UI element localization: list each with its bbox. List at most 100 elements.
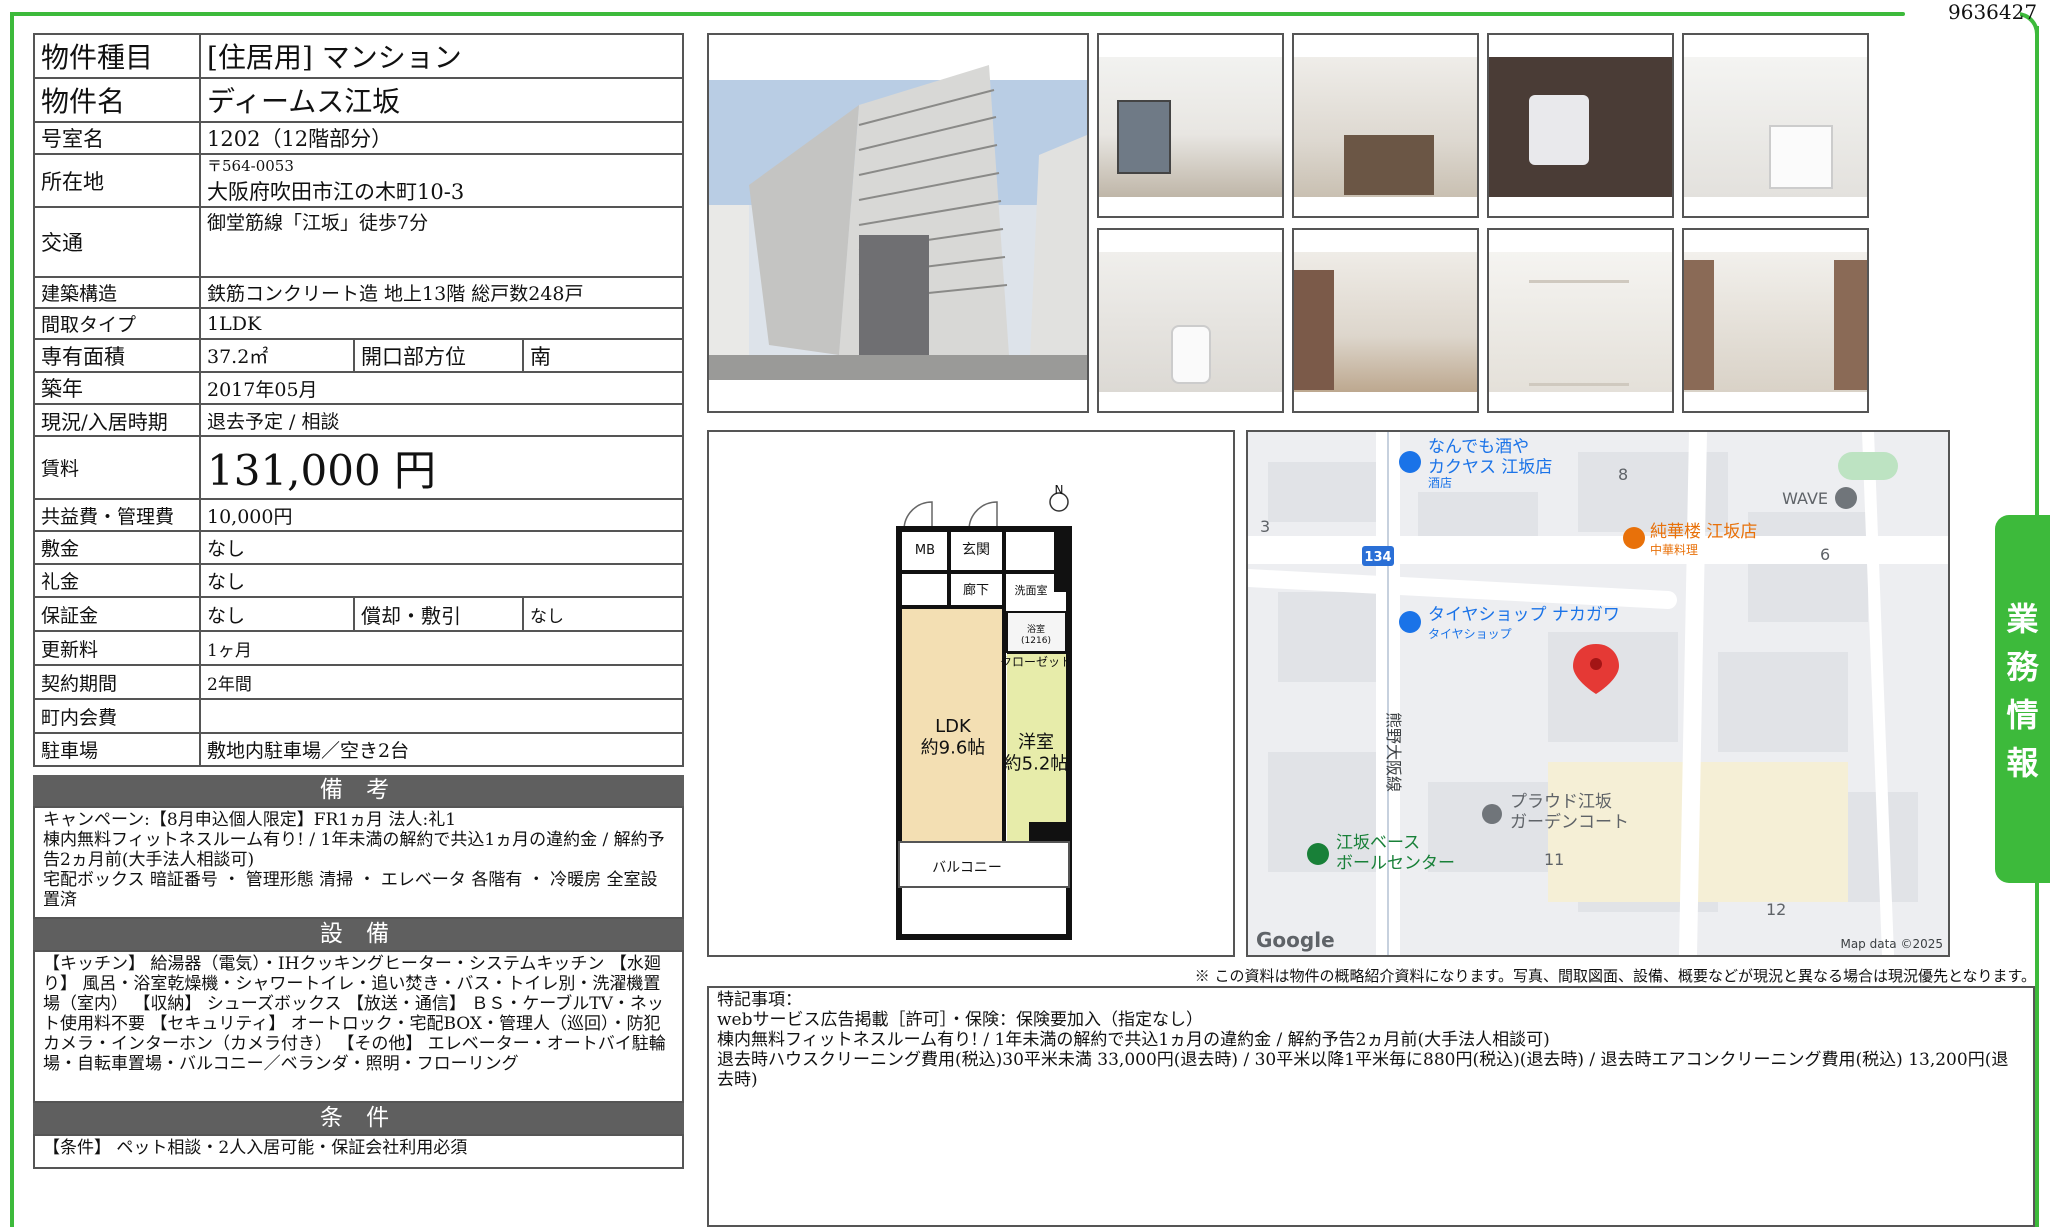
management-fee: 10,000円 (199, 498, 684, 532)
status: 退去予定 / 相談 (199, 403, 684, 437)
table-row: 所在地 〒564-0053 大阪府吹田市江の木町10-3 (33, 153, 684, 208)
block-number: 8 (1618, 465, 1628, 484)
bikou-heading: 備 考 (33, 775, 684, 806)
route-number: 134 (1364, 550, 1391, 565)
map-label-wave: WAVE (1782, 489, 1828, 508)
floor-plan-drawing: N MB 玄関 廊下 洗面室 浴室(1216) クローゼット LDK 約9.6帖 … (896, 483, 1072, 940)
business-info-tab[interactable]: 業 務 情 報 (1995, 515, 2050, 883)
setsubi-text: 【キッチン】 給湯器（電気）・IHクッキングヒーター・システムキッチン 【水廻り… (33, 950, 684, 1103)
row-label: 現況/入居時期 (33, 403, 201, 437)
row-label: 間取タイプ (33, 307, 201, 340)
rouka-label: 廊下 (963, 582, 989, 598)
map-sublabel-tire-shop: タイヤショップ (1428, 627, 1512, 641)
frame-top-border (10, 12, 1905, 16)
park-pin-icon[interactable] (1307, 843, 1329, 865)
table-row: 敷金 なし (33, 530, 684, 565)
google-logo: Google (1256, 928, 1335, 952)
map-label-tire-shop: タイヤショップ ナカガワ (1428, 605, 1620, 625)
table-row: 物件名 ディームス江坂 (33, 77, 684, 123)
row-label: 号室名 (33, 121, 201, 155)
room-number: 1202（12階部分） (199, 121, 684, 155)
row-label: 物件名 (33, 77, 201, 123)
shop-pin-icon[interactable] (1399, 451, 1421, 473)
table-row: 間取タイプ 1LDK (33, 307, 684, 340)
row-label: 共益費・管理費 (33, 498, 201, 532)
access: 御堂筋線「江坂」徒歩7分 (199, 206, 684, 278)
interior-photo (1097, 228, 1284, 413)
row-label: 築年 (33, 371, 201, 405)
table-row: 駐車場 敷地内駐車場／空き2台 (33, 732, 684, 767)
shop-pin-icon[interactable] (1399, 611, 1421, 633)
table-row: 建築構造 鉄筋コンクリート造 地上13階 総戸数248戸 (33, 276, 684, 309)
map-road-label: 熊野大阪線 (1384, 712, 1403, 792)
north-label: N (1055, 483, 1064, 497)
property-name: ディームス江坂 (199, 77, 684, 123)
orientation: 南 (522, 338, 684, 373)
block-number: 6 (1820, 545, 1830, 564)
rent-price: 131,000 円 (199, 435, 684, 500)
block-number: 12 (1766, 900, 1786, 919)
postal-code: 〒564-0053 (207, 157, 294, 175)
renewal-fee: 1ヶ月 (199, 630, 684, 666)
row-label: 敷金 (33, 530, 201, 565)
contract-period: 2年間 (199, 664, 684, 700)
building-pin-icon[interactable] (1835, 487, 1857, 509)
table-row: 築年 2017年05月 (33, 371, 684, 405)
setsubi-heading: 設 備 (33, 919, 684, 950)
row-label: 償却・敷引 (353, 596, 524, 632)
interior-photo (1292, 228, 1479, 413)
genkan-label: 玄関 (962, 541, 990, 558)
table-row: 号室名 1202（12階部分） (33, 121, 684, 155)
address-cell: 〒564-0053 大阪府吹田市江の木町10-3 (199, 153, 684, 208)
balcony-label: バルコニー (932, 860, 1002, 876)
document-id: 9636427 (1948, 0, 2038, 24)
property-type: [住居用] マンション (199, 33, 684, 79)
row-label: 専有面積 (33, 338, 201, 373)
row-label: 更新料 (33, 630, 201, 666)
row-label: 物件種目 (33, 33, 201, 79)
layout-type: 1LDK (199, 307, 684, 340)
jouken-text: 【条件】 ペット相談・2人入居可能・保証会社利用必須 (33, 1134, 684, 1169)
restaurant-pin-icon[interactable] (1623, 527, 1645, 549)
structure: 鉄筋コンクリート造 地上13階 総戸数248戸 (199, 276, 684, 309)
map-sublabel-kakuyasu: 酒店 (1428, 476, 1452, 490)
row-label: 礼金 (33, 563, 201, 598)
interior-photo (1682, 228, 1869, 413)
map-panel[interactable]: 134 なんでも酒やカクヤス 江坂店 酒店 純華楼 江坂店 中華料理 タイヤショ… (1246, 430, 1950, 957)
interior-photo (1682, 33, 1869, 218)
table-row: 専有面積 37.2㎡ 開口部方位 南 (33, 338, 684, 373)
interior-photo (1097, 33, 1284, 218)
interior-photo (1487, 33, 1674, 218)
block-number: 3 (1260, 517, 1270, 536)
deposit: なし (199, 530, 684, 565)
map-copyright: Map data ©2025 (1840, 937, 1943, 951)
interior-photo (1487, 228, 1674, 413)
building-exterior-image (709, 65, 1087, 380)
building-pin-icon[interactable] (1482, 804, 1502, 824)
row-label: 開口部方位 (353, 338, 524, 373)
guarantee-deposit: なし (199, 596, 355, 632)
special-remarks: 特記事項： webサービス広告掲載［許可］・保険：保険要加入（指定なし） 棟内無… (707, 986, 2035, 1227)
table-row: 共益費・管理費 10,000円 (33, 498, 684, 532)
interior-photo (1292, 33, 1479, 218)
disclaimer: ※ この資料は物件の概略紹介資料になります。写真、間取図面、設備、概要などが現況… (1194, 967, 2036, 985)
tab-char: 務 (2006, 648, 2039, 686)
map-label-proud: プラウド江坂ガーデンコート (1510, 792, 1629, 832)
table-row: 物件種目 [住居用] マンション (33, 33, 684, 79)
block-number: 11 (1544, 850, 1564, 869)
bikou-text: キャンペーン:【8月申込個人限定】FR1ヵ月 法人:礼1 棟内無料フィットネスル… (33, 806, 684, 919)
frame-left-border (10, 12, 14, 1227)
parking: 敷地内駐車場／空き2台 (199, 732, 684, 767)
map-sublabel-junkarou: 中華料理 (1650, 542, 1698, 557)
floor-plan-panel: N MB 玄関 廊下 洗面室 浴室(1216) クローゼット LDK 約9.6帖 … (707, 430, 1235, 957)
exterior-photo (707, 33, 1089, 413)
table-row: 更新料 1ヶ月 (33, 630, 684, 666)
table-row: 町内会費 (33, 698, 684, 734)
row-label: 賃料 (33, 435, 201, 500)
table-row: 礼金 なし (33, 563, 684, 598)
row-label: 所在地 (33, 153, 201, 208)
table-row: 交通 御堂筋線「江坂」徒歩7分 (33, 206, 684, 278)
row-label: 町内会費 (33, 698, 201, 734)
closet-label: クローゼット (1000, 655, 1072, 669)
table-row: 保証金 なし 償却・敷引 なし (33, 596, 684, 632)
